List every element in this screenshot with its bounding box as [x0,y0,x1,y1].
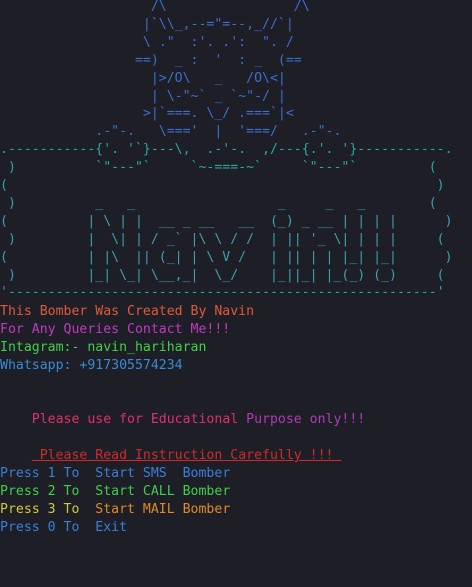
menu-action: Start SMS Bomber [95,466,231,481]
ascii-line: ==) _ : ' : _ (== [0,52,302,68]
menu-item: Press 3 To Start MAIL Bomber [0,501,230,519]
ascii-line: >|`===. \_/ .===`|< [0,106,294,122]
menu-action: Start MAIL Bomber [95,502,231,517]
menu-action: Exit [95,520,128,535]
ascii-line: .-"-. \===' | '===/ .-"-. [0,124,342,140]
whatsapp-line: Whatsapp: +917305574234 [0,358,183,373]
terminal-window: /\ /\ |`\\_,--="=--,_//`| \ ." :'. .': "… [0,0,472,587]
menu-item: Press 0 To Exit [0,519,127,537]
ascii-line: | \-"~` _ `~"-/ | [0,88,286,104]
purpose-suffix: Purpose only!!! [246,412,366,427]
instagram-line: Intagram:- navin_hariharan [0,340,207,355]
ascii-line: ( | |\ || (_| | \ V / | || | | |_| |_| ) [0,249,453,265]
ascii-line: ) `"---"` `~-===-~` `"---"` ( [0,160,437,176]
ascii-line: \ ." :'. .': ". / [0,34,294,50]
menu-press: Press 1 To [0,466,96,481]
ascii-line: '---------------------------------------… [0,285,445,301]
creator-line: This Bomber Was Created By Navin [0,304,255,319]
ascii-line: ( | \ | | __ _ __ __ (_) _ __ | | | | ) [0,213,453,229]
ascii-line: ) |_| \_| \__,_| \_/ |_||_| |_(_) (_) ( [0,267,445,283]
ascii-line: ) _ _ _ _ _ ( [0,195,437,211]
ascii-line: |`\\_,--="=--,_//`| [0,16,294,32]
menu-press: Press 0 To [0,520,96,535]
purpose-mid: Educational [150,412,247,427]
ascii-line: ) | \| | / _` |\ \ / / | || '_ \| | | | … [0,231,445,247]
ascii-line: /\ /\ [0,0,310,14]
purpose-prefix: Please use for [31,412,151,427]
ascii-line: |>/O\ _ /O\<| [0,70,286,86]
queries-line: For Any Queries Contact Me!!! [0,322,231,337]
menu-press: Press 3 To [0,502,96,517]
menu-press: Press 2 To [0,484,96,499]
ascii-line: .-----------{'. '`}---\, .-'-. ,/---{.'.… [0,142,453,158]
instruction-text: Please Read Instruction Carefully !!! [31,448,342,463]
menu-item: Press 1 To Start SMS Bomber [0,465,230,483]
menu-item: Press 2 To Start CALL Bomber [0,483,230,501]
ascii-line: ( ) [0,178,445,193]
menu-action: Start CALL Bomber [95,484,231,499]
